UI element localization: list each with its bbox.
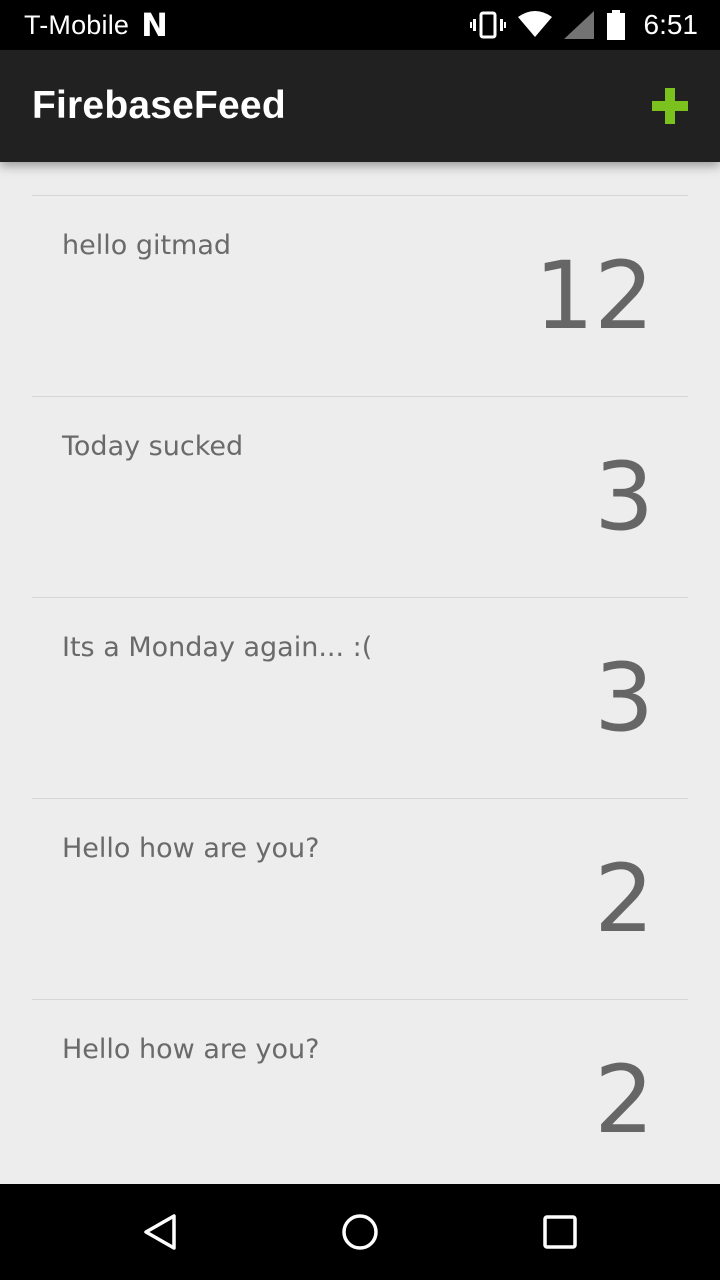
vibrate-icon	[469, 11, 506, 39]
post-count: 12	[534, 242, 654, 351]
recents-icon	[543, 1215, 577, 1249]
notification-n-icon: N	[141, 6, 168, 44]
post-count: 2	[594, 845, 654, 954]
feed-item[interactable]: hello gitmad 12	[32, 196, 688, 397]
feed-list-container[interactable]: hello gitmad 12 Today sucked 3 Its a Mon…	[0, 162, 720, 1184]
signal-icon	[563, 11, 594, 39]
recents-button[interactable]	[540, 1212, 580, 1252]
post-count: 2	[594, 1046, 654, 1155]
post-text: Today sucked	[62, 431, 244, 462]
feed-list: hello gitmad 12 Today sucked 3 Its a Mon…	[32, 196, 688, 1184]
carrier-name: T-Mobile	[24, 9, 130, 40]
plus-icon	[652, 88, 688, 124]
post-text: hello gitmad	[62, 230, 232, 261]
battery-icon	[606, 10, 625, 40]
back-button[interactable]	[140, 1212, 180, 1252]
status-icons: 6:51	[469, 9, 699, 41]
feed-item[interactable]: Hello how are you? 2	[32, 1000, 688, 1184]
app-bar: FirebaseFeed	[0, 50, 720, 162]
add-post-button[interactable]	[650, 86, 690, 126]
post-count: 3	[594, 644, 654, 753]
home-icon	[342, 1214, 378, 1250]
feed-item[interactable]: Hello how are you? 2	[32, 799, 688, 1000]
feed-item[interactable]: Its a Monday again... :( 3	[32, 598, 688, 799]
post-text: Its a Monday again... :(	[62, 632, 373, 663]
clock: 6:51	[643, 9, 699, 40]
app-title: FirebaseFeed	[32, 84, 286, 127]
home-button[interactable]	[340, 1212, 380, 1252]
post-count: 3	[594, 443, 654, 552]
navigation-bar	[0, 1184, 720, 1280]
status-bar: T-Mobile N 6:51	[0, 0, 720, 50]
post-text: Hello how are you?	[62, 833, 320, 864]
wifi-icon	[517, 11, 552, 37]
feed-item[interactable]: Today sucked 3	[32, 397, 688, 598]
post-text: Hello how are you?	[62, 1034, 320, 1065]
back-icon	[144, 1214, 176, 1250]
